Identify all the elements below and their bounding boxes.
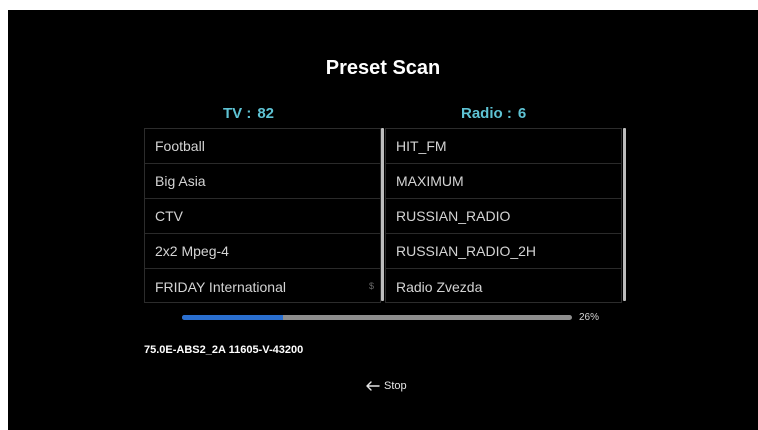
stop-label: Stop xyxy=(384,380,407,392)
tv-channel-list[interactable]: Football Big Asia CTV 2x2 Mpeg-4 FRIDAY … xyxy=(144,128,381,303)
tv-list-scrollbar[interactable] xyxy=(381,128,384,301)
tv-channel-item[interactable]: CTV xyxy=(145,199,380,234)
radio-list-scrollbar[interactable] xyxy=(623,128,626,301)
tv-channel-item[interactable]: FRIDAY International $ xyxy=(145,269,380,304)
radio-count-header: Radio : 6 xyxy=(461,105,526,122)
tv-label: TV : xyxy=(223,105,252,122)
scan-progress-bar xyxy=(182,315,572,320)
radio-channel-item[interactable]: RUSSIAN_RADIO_2H xyxy=(386,234,621,269)
tv-channel-item[interactable]: Big Asia xyxy=(145,164,380,199)
stop-button[interactable]: Stop xyxy=(366,380,407,392)
radio-channel-item[interactable]: HIT_FM xyxy=(386,129,621,164)
tv-count-header: TV : 82 xyxy=(223,105,274,122)
transponder-info: 75.0E-ABS2_2A 11605-V-43200 xyxy=(144,344,304,356)
radio-channel-item[interactable]: Radio Zvezda xyxy=(386,269,621,304)
scan-screen: Preset Scan TV : 82 Radio : 6 Football B… xyxy=(8,10,758,430)
scroll-indicator-icon: $ xyxy=(368,281,374,291)
radio-channel-list[interactable]: HIT_FM MAXIMUM RUSSIAN_RADIO RUSSIAN_RAD… xyxy=(385,128,622,303)
arrow-left-icon xyxy=(366,381,380,391)
radio-count: 6 xyxy=(517,105,527,122)
radio-channel-item[interactable]: RUSSIAN_RADIO xyxy=(386,199,621,234)
tv-count: 82 xyxy=(257,105,275,122)
scan-progress-percent: 26% xyxy=(579,312,600,323)
page-title: Preset Scan xyxy=(325,57,441,79)
scan-progress-fill xyxy=(182,315,284,320)
tv-channel-item[interactable]: Football xyxy=(145,129,380,164)
radio-channel-item[interactable]: MAXIMUM xyxy=(386,164,621,199)
radio-label: Radio : xyxy=(461,105,512,122)
tv-channel-item[interactable]: 2x2 Mpeg-4 xyxy=(145,234,380,269)
